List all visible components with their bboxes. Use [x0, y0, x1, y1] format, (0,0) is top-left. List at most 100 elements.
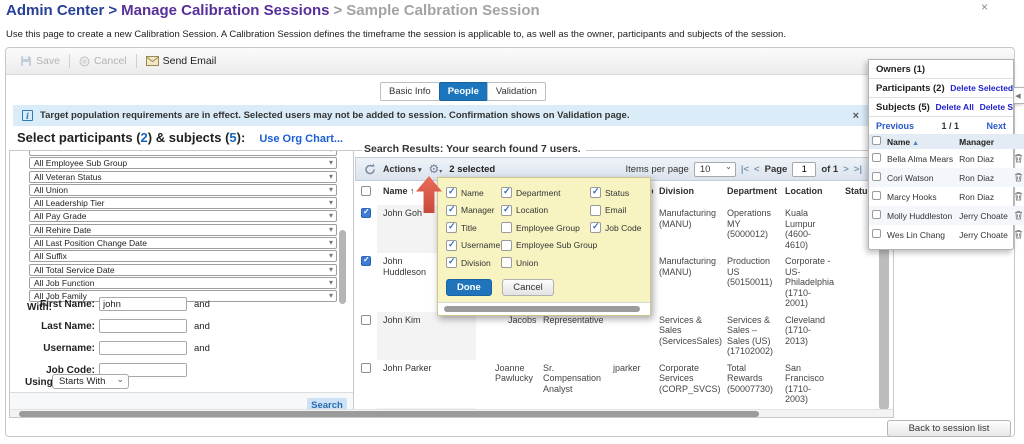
filter-dropdown-veteran-status[interactable]: All Veteran Status: [29, 171, 337, 183]
popup-scrollbar[interactable]: [438, 302, 650, 315]
gear-icon[interactable]: ⚙: [428, 163, 442, 175]
user-username: [607, 312, 653, 360]
delete-subject-button[interactable]: [1014, 227, 1023, 242]
participants-section-header[interactable]: Participants (2) Delete Selected: [869, 79, 1013, 98]
subjects-column-name[interactable]: Name: [884, 134, 956, 149]
using-select[interactable]: Starts With: [52, 374, 129, 389]
breadcrumb-manage-calibration-sessions[interactable]: Manage Calibration Sessions: [121, 2, 329, 19]
row-checkbox[interactable]: [361, 256, 371, 266]
filter-dropdown-suffix[interactable]: All Suffix: [29, 250, 337, 262]
breadcrumb: Admin Center>Manage Calibration Sessions…: [6, 2, 540, 19]
popup-cancel-button[interactable]: Cancel: [502, 279, 554, 296]
subject-checkbox[interactable]: [872, 191, 881, 200]
first-page-button[interactable]: |<: [741, 164, 749, 175]
prev-page-button[interactable]: <: [754, 164, 760, 175]
checkbox-label: Union: [516, 258, 538, 268]
filter-dropdown-partial[interactable]: [29, 151, 337, 156]
filter-dropdown-leadership-tier[interactable]: All Leadership Tier: [29, 197, 337, 209]
owners-section-header[interactable]: Owners (1): [869, 60, 1013, 79]
filter-dropdown-union[interactable]: All Union: [29, 184, 337, 196]
subject-checkbox[interactable]: [872, 210, 881, 219]
row-checkbox[interactable]: [361, 208, 371, 218]
subject-checkbox[interactable]: [872, 153, 881, 162]
items-per-page-select[interactable]: 10: [694, 162, 736, 177]
column-header-status[interactable]: Status: [839, 181, 867, 205]
column-header-department[interactable]: Department: [721, 181, 779, 205]
delete-subject-button[interactable]: [1014, 151, 1023, 166]
checkbox-status[interactable]: [590, 187, 601, 198]
filter-dropdown-total-service-date[interactable]: All Total Service Date: [29, 264, 337, 276]
filter-dropdown-pay-grade[interactable]: All Pay Grade: [29, 210, 337, 222]
column-header-division[interactable]: Division: [653, 181, 721, 205]
user-manager: Joanne Pawlucky: [489, 360, 537, 408]
checkbox-employee-sub-group[interactable]: [501, 240, 512, 251]
next-page-button[interactable]: >: [843, 164, 849, 175]
breadcrumb-admin-center[interactable]: Admin Center: [6, 2, 104, 19]
filter-dropdown-last-position-change-date[interactable]: All Last Position Change Date: [29, 237, 337, 249]
select-all-checkbox[interactable]: [361, 186, 371, 196]
checkbox-union[interactable]: [501, 257, 512, 268]
checkbox-username[interactable]: [446, 240, 457, 251]
last-page-button[interactable]: >|: [854, 164, 862, 175]
tab-basic-info[interactable]: Basic Info: [380, 82, 440, 101]
trash-icon: [1014, 210, 1023, 220]
delete-subject-button[interactable]: [1014, 170, 1023, 185]
tab-people[interactable]: People: [439, 82, 488, 101]
checkbox-department[interactable]: [501, 187, 512, 198]
page-label: Page: [765, 164, 788, 175]
tab-validation[interactable]: Validation: [487, 82, 546, 101]
row-checkbox[interactable]: [361, 363, 371, 373]
subject-checkbox[interactable]: [872, 172, 881, 181]
username-field[interactable]: [99, 341, 187, 355]
checkbox-employee-group[interactable]: [501, 222, 512, 233]
back-to-session-list-button[interactable]: Back to session list: [887, 420, 1011, 437]
next-link[interactable]: Next: [986, 121, 1006, 131]
subjects-select-all-checkbox[interactable]: [872, 136, 881, 145]
checkbox-manager[interactable]: [446, 205, 457, 216]
checkbox-job-code[interactable]: [590, 222, 601, 233]
first-name-field[interactable]: [99, 297, 187, 311]
delete-subject-button[interactable]: [1014, 189, 1023, 204]
horizontal-scrollbar-thumb[interactable]: [19, 411, 759, 417]
checkbox-label: Job Code: [605, 223, 641, 233]
checkbox-email[interactable]: [590, 205, 601, 216]
save-button[interactable]: Save: [20, 55, 60, 67]
checkbox-location[interactable]: [501, 205, 512, 216]
list-item: Bella Alma Mears Ron Diaz: [869, 149, 1024, 168]
filter-dropdown-employee-sub-group[interactable]: All Employee Sub Group: [29, 157, 337, 169]
send-email-button[interactable]: Send Email: [146, 55, 217, 67]
subjects-column-manager[interactable]: Manager: [956, 134, 1011, 149]
popup-scrollbar-thumb[interactable]: [444, 306, 640, 312]
banner-close-icon[interactable]: ×: [853, 110, 859, 122]
done-button[interactable]: Done: [446, 279, 492, 296]
subjects-delete-selected-link[interactable]: Delete Selected: [980, 102, 1013, 112]
participants-delete-selected-link[interactable]: Delete Selected: [950, 83, 1013, 93]
cancel-button[interactable]: Cancel: [79, 55, 127, 67]
delete-subject-button[interactable]: [1014, 208, 1023, 223]
filter-scrollbar[interactable]: [339, 230, 346, 304]
list-item: Wes Lin Chang Jerry Choate: [869, 225, 1024, 244]
page-number-input[interactable]: [792, 162, 816, 177]
trash-icon: [1014, 191, 1023, 201]
subjects-section-header[interactable]: Subjects (5) Delete All Delete Selected: [869, 98, 1013, 117]
checkbox-name[interactable]: [446, 187, 457, 198]
user-manager: Jacobs: [489, 312, 537, 360]
previous-link[interactable]: Previous: [876, 121, 914, 131]
actions-menu-button[interactable]: Actions: [383, 164, 421, 174]
filter-dropdown-rehire-date[interactable]: All Rehire Date: [29, 224, 337, 236]
subjects-delete-all-link[interactable]: Delete All: [936, 102, 974, 112]
use-org-chart-link[interactable]: Use Org Chart...: [259, 133, 343, 145]
user-status: [839, 312, 867, 360]
filter-dropdown-job-function[interactable]: All Job Function: [29, 277, 337, 289]
owners-header-label: Owners (1): [876, 64, 925, 75]
checkbox-title[interactable]: [446, 222, 457, 233]
toolbar-divider: [69, 54, 70, 68]
subject-checkbox[interactable]: [872, 229, 881, 238]
row-checkbox[interactable]: [361, 315, 371, 325]
checkbox-division[interactable]: [446, 257, 457, 268]
column-header-location[interactable]: Location: [779, 181, 839, 205]
last-name-field[interactable]: [99, 319, 187, 333]
close-icon[interactable]: ×: [981, 0, 988, 14]
horizontal-scrollbar[interactable]: [10, 409, 893, 417]
refresh-icon[interactable]: [364, 163, 376, 175]
